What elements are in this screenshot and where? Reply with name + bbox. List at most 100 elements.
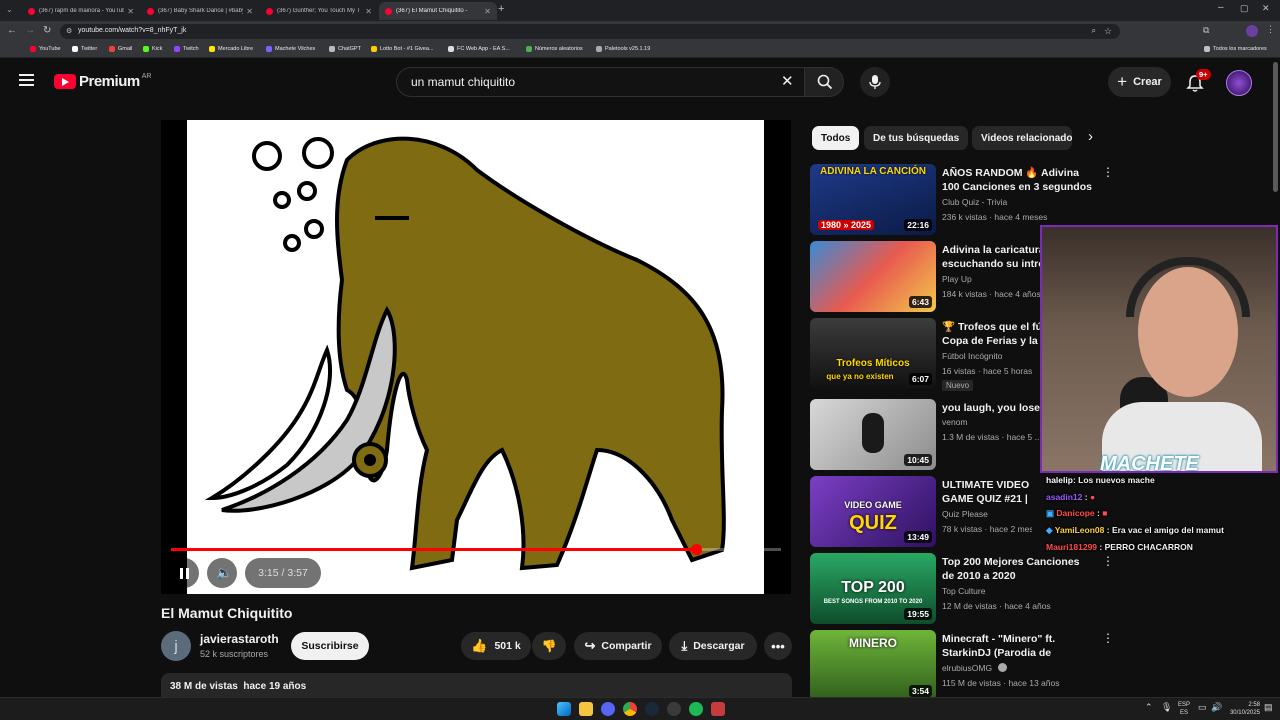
bookmark-item[interactable]: Kick bbox=[143, 46, 162, 52]
maximize-icon[interactable]: ▢ bbox=[1240, 3, 1249, 14]
description-box[interactable]: 38 M de vistas hace 19 años bbox=[161, 673, 792, 697]
browser-tab[interactable]: (367) Gunther; You Touch My T ✕ bbox=[260, 2, 378, 20]
channel-name[interactable]: javierastaroth bbox=[200, 632, 279, 646]
bookmark-item[interactable]: FC Web App - EA S... bbox=[448, 46, 510, 52]
spotify-icon[interactable] bbox=[689, 702, 703, 716]
recommendation-channel[interactable]: Play Up bbox=[942, 274, 972, 284]
back-icon[interactable]: ← bbox=[7, 25, 17, 36]
bookmark-item[interactable]: Mercado Libre bbox=[209, 46, 253, 52]
bookmark-item[interactable]: Lotto Bot - #1 Givea... bbox=[371, 46, 434, 52]
discord-icon[interactable] bbox=[601, 702, 615, 716]
new-tab-icon[interactable]: + bbox=[498, 3, 504, 15]
language-indicator[interactable]: ESP ES bbox=[1178, 701, 1190, 717]
more-options-icon[interactable]: ⋮ bbox=[1102, 555, 1114, 567]
video-player[interactable]: 🔈 3:15 / 3:57 ▶ ⚙ ⤡ bbox=[161, 120, 791, 594]
recommendation-channel[interactable]: Quiz Please bbox=[942, 509, 988, 519]
steam-icon[interactable] bbox=[645, 702, 659, 716]
bookmark-item[interactable]: Números aleatorios bbox=[526, 46, 583, 52]
menu-dots-icon[interactable]: ⋮ bbox=[1266, 24, 1275, 35]
network-icon[interactable]: ▭ bbox=[1198, 702, 1207, 713]
clear-search-icon[interactable]: ✕ bbox=[781, 72, 794, 90]
profile-avatar-icon[interactable] bbox=[1246, 25, 1258, 37]
close-tab-icon[interactable]: ✕ bbox=[484, 7, 491, 16]
bookmark-star-icon[interactable]: ☆ bbox=[1104, 26, 1112, 37]
progress-scrubber[interactable] bbox=[690, 544, 702, 555]
tray-chevron-icon[interactable]: ⌃ bbox=[1145, 702, 1153, 713]
chip-all[interactable]: Todos bbox=[812, 126, 860, 150]
reload-icon[interactable]: ↻ bbox=[43, 25, 51, 36]
windows-start-icon[interactable] bbox=[557, 702, 571, 716]
video-thumbnail[interactable]: MINERO 3:54 bbox=[810, 630, 936, 701]
recommendation-channel[interactable]: venom bbox=[942, 417, 968, 427]
more-options-icon[interactable]: ⋮ bbox=[1102, 632, 1114, 644]
bookmark-item[interactable]: Twitter bbox=[72, 46, 97, 52]
recommendation-channel[interactable]: Top Culture bbox=[942, 586, 985, 596]
recommendation-item[interactable]: TOP 200 BEST SONGS FROM 2010 TO 2020 19:… bbox=[810, 553, 1114, 625]
more-options-icon[interactable]: ⋮ bbox=[1102, 166, 1114, 178]
clock[interactable]: 2:58 30/10/2025 bbox=[1226, 701, 1260, 717]
more-actions-button[interactable]: ••• bbox=[764, 632, 792, 660]
subscribe-button[interactable]: Suscribirse bbox=[291, 632, 369, 660]
dislike-button[interactable]: 👎 bbox=[532, 632, 566, 660]
recommendation-title[interactable]: Minecraft - "Minero" ft. StarkinDJ (Paro… bbox=[942, 632, 1092, 660]
hamburger-menu-icon[interactable] bbox=[19, 74, 34, 86]
search-button[interactable] bbox=[804, 67, 844, 97]
video-thumbnail[interactable]: 6:43 bbox=[810, 241, 936, 312]
extensions-icon[interactable]: ⧉ bbox=[1203, 25, 1209, 36]
notifications-button[interactable]: 9+ bbox=[1184, 69, 1211, 94]
volume-button[interactable]: 🔈 bbox=[207, 558, 237, 588]
settings-gear-icon[interactable]: ⚙ bbox=[679, 561, 692, 579]
page-scrollbar[interactable] bbox=[1273, 62, 1278, 192]
video-thumbnail[interactable]: 10:45 bbox=[810, 399, 936, 470]
address-bar[interactable]: ⚙ youtube.com/watch?v=8_nhFyT_jk ☆ ⌕ bbox=[60, 24, 1120, 39]
zoom-icon[interactable]: ⌕ bbox=[1092, 26, 1096, 36]
browser-tab[interactable]: (367) rapm de mainora - YouTube ✕ bbox=[22, 2, 140, 20]
progress-track[interactable] bbox=[171, 544, 781, 555]
close-tab-icon[interactable]: ✕ bbox=[246, 7, 253, 16]
recommendation-title[interactable]: Top 200 Mejores Canciones de 2010 a 2020 bbox=[942, 555, 1092, 583]
bookmark-item[interactable]: ChatGPT bbox=[329, 46, 361, 52]
video-thumbnail[interactable]: Trofeos Míticos que ya no existen 6:07 bbox=[810, 318, 936, 389]
recommendation-title[interactable]: AÑOS RANDOM 🔥 Adivina 100 Canciones en 3… bbox=[942, 166, 1092, 194]
browser-tab[interactable]: (367) Baby Shark Dance | #baby ✕ bbox=[141, 2, 259, 20]
create-button[interactable]: + Crear bbox=[1108, 67, 1171, 97]
subtitles-icon[interactable] bbox=[645, 563, 661, 576]
tray-mic-icon[interactable]: 🎙 bbox=[1161, 702, 1172, 713]
play-pause-button[interactable] bbox=[169, 558, 199, 588]
account-avatar[interactable] bbox=[1226, 70, 1252, 96]
chip-related[interactable]: Videos relacionado bbox=[972, 126, 1072, 150]
chips-next-chevron-icon[interactable]: › bbox=[1088, 128, 1093, 145]
recommendation-title[interactable]: ULTIMATE VIDEO GAME QUIZ #21 | Image, In… bbox=[942, 478, 1042, 506]
close-tab-icon[interactable]: ✕ bbox=[127, 7, 134, 16]
minimize-icon[interactable]: – bbox=[1218, 2, 1224, 13]
all-bookmarks[interactable]: Todos los marcadores bbox=[1204, 46, 1267, 52]
fullscreen-icon[interactable]: ⤡ bbox=[751, 561, 761, 577]
recommendation-item[interactable]: MINERO 3:54 Minecraft - "Minero" ft. Sta… bbox=[810, 630, 1114, 702]
notification-center-icon[interactable]: ▤ bbox=[1264, 702, 1273, 713]
forward-icon[interactable]: → bbox=[25, 25, 35, 36]
video-thumbnail[interactable]: TOP 200 BEST SONGS FROM 2010 TO 2020 19:… bbox=[810, 553, 936, 624]
share-button[interactable]: ↪ Compartir bbox=[574, 632, 662, 660]
obs-icon[interactable] bbox=[711, 702, 725, 716]
site-info-icon[interactable]: ⚙ bbox=[66, 27, 72, 35]
recommendation-channel[interactable]: elrubiusOMG bbox=[942, 663, 992, 673]
like-button[interactable]: 👍 501 k bbox=[461, 632, 531, 660]
bookmark-item[interactable]: Paletools v25.1.19 bbox=[596, 46, 650, 52]
download-button[interactable]: ⤓ Descargar bbox=[669, 632, 757, 660]
autoplay-toggle-icon[interactable]: ▶ bbox=[613, 565, 622, 579]
close-tab-icon[interactable]: ✕ bbox=[365, 7, 372, 16]
miniplayer-icon[interactable] bbox=[717, 563, 734, 576]
browser-tab-active[interactable]: (367) El Mamut Chiquitito - ✕ bbox=[379, 2, 497, 20]
voice-search-button[interactable] bbox=[860, 67, 890, 97]
chip-from-searches[interactable]: De tus búsquedas bbox=[864, 126, 969, 150]
bookmark-item[interactable]: Machete Vilches bbox=[266, 46, 315, 52]
bookmark-item[interactable]: Twitch bbox=[174, 46, 199, 52]
chrome-icon[interactable] bbox=[623, 702, 637, 716]
recommendation-channel[interactable]: Fútbol Incógnito bbox=[942, 351, 1002, 361]
video-thumbnail[interactable]: VIDEO GAME QUIZ 13:49 bbox=[810, 476, 936, 547]
channel-avatar[interactable]: j bbox=[161, 631, 191, 661]
bookmark-item[interactable]: YouTube bbox=[30, 46, 61, 52]
app-icon[interactable] bbox=[667, 702, 681, 716]
youtube-logo[interactable]: Premium AR bbox=[54, 73, 151, 90]
tab-search-icon[interactable]: ⌄ bbox=[6, 5, 13, 14]
